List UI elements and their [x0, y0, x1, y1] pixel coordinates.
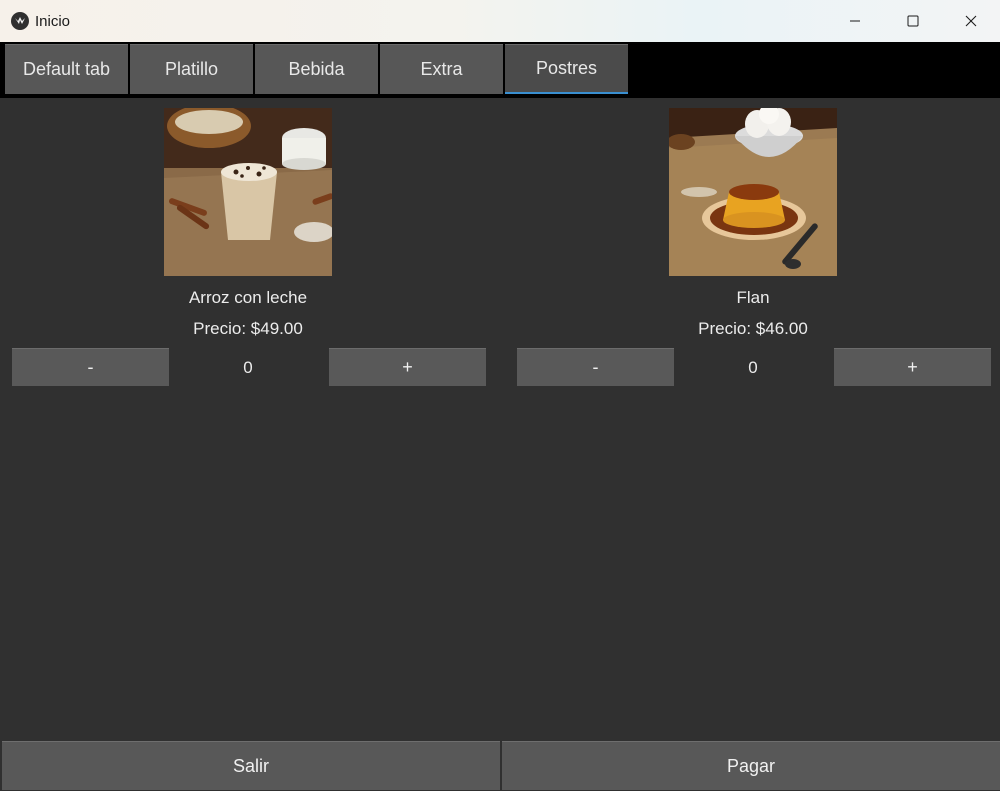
product-image-flan: [669, 108, 837, 276]
pay-button[interactable]: Pagar: [502, 741, 1000, 790]
minimize-icon: [850, 20, 860, 22]
tab-extra[interactable]: Extra: [380, 44, 503, 94]
close-button[interactable]: [942, 0, 1000, 42]
product-name: Flan: [736, 288, 770, 307]
quantity-value: 0: [243, 358, 253, 377]
increase-label: +: [402, 357, 413, 377]
close-icon: [965, 15, 977, 27]
tab-label: Default tab: [22, 59, 111, 79]
increase-quantity-button[interactable]: +: [834, 348, 991, 386]
minimize-button[interactable]: [826, 0, 884, 42]
tab-label: Postres: [535, 58, 598, 78]
decrease-label: -: [592, 357, 599, 377]
tab-postres[interactable]: Postres: [505, 44, 628, 94]
tab-label: Extra: [420, 59, 463, 79]
product-name: Arroz con leche: [188, 288, 308, 307]
exit-label: Salir: [232, 755, 269, 776]
kivy-logo-icon: [11, 12, 29, 30]
product-card-arroz-con-leche: Arroz con leche Precio: $49.00 - 0 +: [8, 108, 494, 398]
window-title: Inicio: [35, 13, 71, 30]
decrease-quantity-button[interactable]: -: [12, 348, 169, 386]
window-titlebar: Inicio: [0, 0, 1000, 42]
decrease-label: -: [87, 357, 94, 377]
product-image-arroz-con-leche: [164, 108, 332, 276]
pay-label: Pagar: [726, 755, 776, 776]
product-price: Precio: $49.00: [193, 319, 303, 338]
tab-label: Platillo: [164, 59, 219, 79]
tab-label: Bebida: [288, 59, 345, 79]
maximize-button[interactable]: [884, 0, 942, 42]
increase-quantity-button[interactable]: +: [329, 348, 486, 386]
tab-platillo[interactable]: Platillo: [130, 44, 253, 94]
exit-button[interactable]: Salir: [2, 741, 500, 790]
product-price: Precio: $46.00: [698, 319, 808, 338]
maximize-icon: [907, 15, 919, 27]
tab-bebida[interactable]: Bebida: [255, 44, 378, 94]
product-card-flan: Flan Precio: $46.00 - 0 +: [513, 108, 999, 398]
tab-strip: Default tab Platillo Bebida Extra Postre…: [0, 42, 1000, 98]
tab-default[interactable]: Default tab: [5, 44, 128, 94]
increase-label: +: [907, 357, 918, 377]
decrease-quantity-button[interactable]: -: [517, 348, 674, 386]
quantity-value: 0: [748, 358, 758, 377]
